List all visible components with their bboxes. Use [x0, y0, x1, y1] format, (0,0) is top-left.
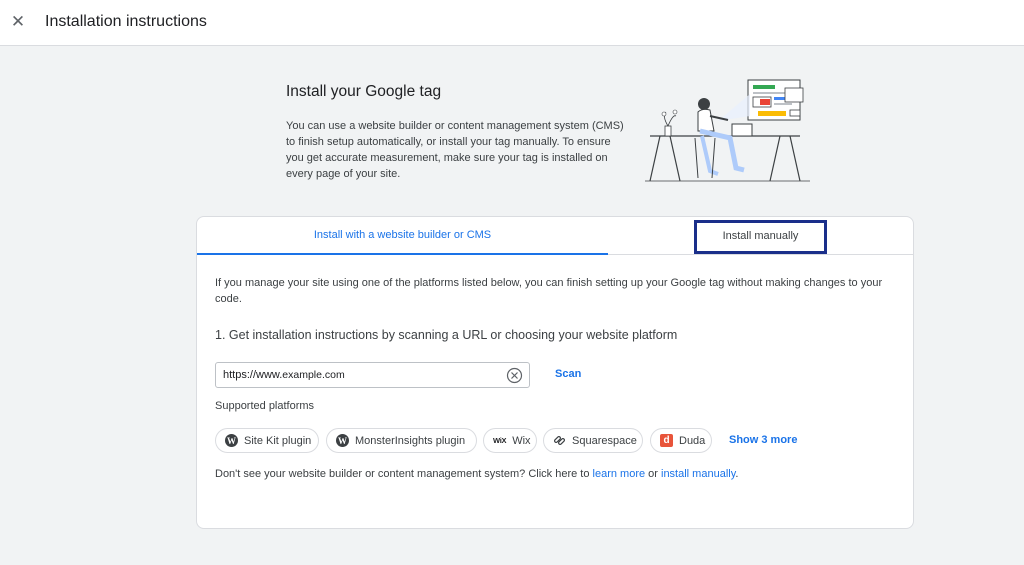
platform-chip-wix[interactable]: WiX Wix: [483, 428, 537, 453]
platform-chip-label: Wix: [512, 434, 531, 447]
install-manually-highlight-box: [694, 220, 827, 254]
wordpress-icon: W: [336, 434, 349, 447]
install-method-tabs: Install with a website builder or CMS In…: [197, 217, 913, 255]
platform-chip-label: Site Kit plugin: [244, 434, 312, 447]
wix-icon: WiX: [493, 436, 507, 445]
platform-chip-label: Duda: [679, 434, 706, 447]
install-manually-link[interactable]: install manually: [661, 468, 735, 480]
hero-description: You can use a website builder or content…: [286, 120, 624, 180]
step-heading: 1. Get installation instructions by scan…: [215, 328, 678, 342]
top-bar: ✕ Installation instructions: [0, 0, 1024, 46]
page-title: Installation instructions: [45, 13, 207, 30]
platform-chip-label: Squarespace: [572, 434, 637, 447]
squarespace-icon: [553, 435, 566, 446]
supported-platforms-label: Supported platforms: [215, 400, 315, 412]
platform-chip-duda[interactable]: d Duda: [650, 428, 712, 453]
url-input[interactable]: https://www.example.com: [215, 362, 530, 388]
google-tag-illustration: [645, 79, 810, 182]
learn-more-link[interactable]: learn more: [593, 468, 646, 480]
show-more-button[interactable]: Show 3 more: [729, 434, 797, 446]
close-icon[interactable]: ✕: [8, 11, 28, 33]
platform-chip-monsterinsights[interactable]: W MonsterInsights plugin: [326, 428, 477, 453]
hero-title: Install your Google tag: [286, 83, 442, 100]
duda-icon: d: [660, 434, 673, 447]
platform-chip-label: MonsterInsights plugin: [355, 434, 466, 447]
intro-text: If you manage your site using one of the…: [215, 277, 883, 305]
installation-card: Install with a website builder or CMS In…: [196, 216, 914, 529]
url-input-value: https://www.example.com: [223, 369, 345, 381]
footer-note: Don't see your website builder or conten…: [215, 468, 739, 480]
clear-icon[interactable]: [506, 367, 523, 384]
tab-website-builder[interactable]: Install with a website builder or CMS: [197, 217, 608, 255]
scan-button[interactable]: Scan: [555, 368, 581, 380]
platform-chip-site-kit[interactable]: W Site Kit plugin: [215, 428, 319, 453]
platform-chip-squarespace[interactable]: Squarespace: [543, 428, 643, 453]
wordpress-icon: W: [225, 434, 238, 447]
